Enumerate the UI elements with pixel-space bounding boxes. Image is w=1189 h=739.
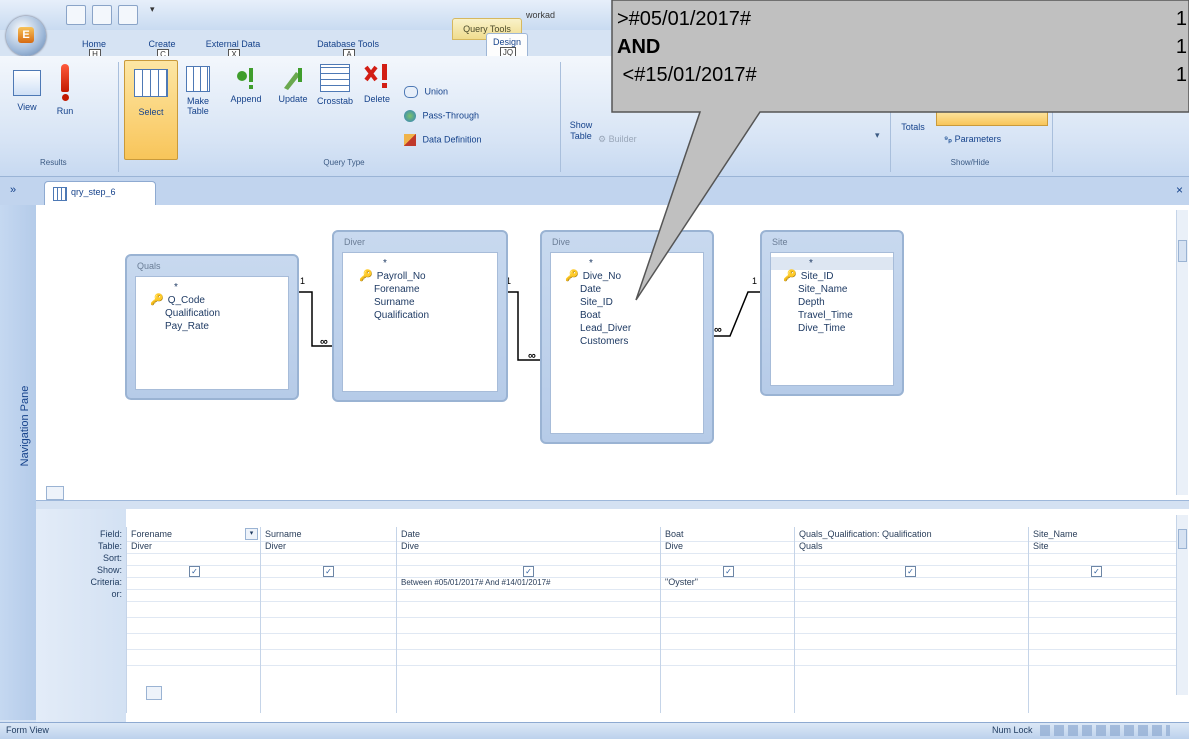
grid-table-cell[interactable]: Dive	[401, 541, 419, 551]
rel-one-label: 1	[752, 276, 758, 286]
field-item[interactable]: Site_ID	[565, 296, 703, 309]
callout-line-text: <#15/01/2017#	[617, 64, 757, 86]
field-item[interactable]: *	[565, 257, 703, 270]
field-item[interactable]: Customers	[565, 335, 703, 348]
field-item[interactable]: Dive_Time	[783, 322, 893, 335]
grid-column[interactable]: Quals_Qualification: Qualification Quals…	[794, 527, 1029, 713]
show-checkbox[interactable]: ✓	[1091, 566, 1102, 577]
primary-key-icon: 🔑	[150, 294, 164, 306]
callout-line-text: AND	[617, 36, 661, 58]
status-bar: Form View Num Lock	[0, 722, 1189, 739]
field-item[interactable]: *	[771, 257, 893, 270]
field-item[interactable]: Site_Name	[783, 283, 893, 296]
field-item[interactable]: *	[359, 257, 497, 270]
primary-key-icon: 🔑	[359, 270, 373, 282]
callout-line-count: 1	[1175, 36, 1187, 58]
rel-many-label: ∞	[528, 350, 536, 362]
grid-field-cell[interactable]: Surname	[265, 529, 302, 539]
table-quals[interactable]: Quals * 🔑 Q_Code Qualification Pay_Rate	[125, 254, 299, 400]
field-item-key[interactable]: 🔑 Q_Code	[150, 294, 288, 307]
primary-key-icon: 🔑	[783, 270, 797, 282]
field-name: Payroll_No	[376, 271, 426, 282]
grid-column[interactable]: Surname Diver ✓	[260, 527, 397, 713]
grid-body[interactable]: Forename ▾ Diver ✓ Surname Diver ✓ Date …	[36, 509, 1176, 713]
callout-line: <#15/01/2017# 1	[617, 61, 1187, 89]
grid-field-cell[interactable]: Date	[401, 529, 420, 539]
grid-table-cell[interactable]: Diver	[131, 541, 152, 551]
grid-column[interactable]: Boat Dive ✓ "Oyster"	[660, 527, 795, 713]
show-checkbox[interactable]: ✓	[523, 566, 534, 577]
grid-table-cell[interactable]: Dive	[665, 541, 683, 551]
field-list[interactable]: * 🔑 Q_Code Qualification Pay_Rate	[135, 276, 289, 390]
table-site[interactable]: Site * 🔑 Site_ID Site_Name Depth Travel_T…	[760, 230, 904, 396]
callout-text: >#05/01/2017# 1 AND 1 <#15/01/2017# 1	[617, 5, 1187, 89]
grid-column[interactable]: Date Dive ✓ Between #05/01/2017# And #14…	[396, 527, 661, 713]
grid-field-cell[interactable]: Quals_Qualification: Qualification	[799, 529, 932, 539]
callout-line: AND 1	[617, 33, 1187, 61]
field-item[interactable]: Qualification	[150, 307, 288, 320]
grid-horizontal-scrollbar[interactable]	[146, 686, 162, 700]
field-item[interactable]: Depth	[783, 296, 893, 309]
table-dive[interactable]: Dive * 🔑 Dive_No Date Site_ID Boat Lead_D…	[540, 230, 714, 444]
status-left: Form View	[6, 725, 49, 735]
show-checkbox[interactable]: ✓	[905, 566, 916, 577]
table-diver[interactable]: Diver * 🔑 Payroll_No Forename Surname Qua…	[332, 230, 508, 402]
view-switcher-icons[interactable]	[1040, 725, 1170, 736]
show-checkbox[interactable]: ✓	[189, 566, 200, 577]
grid-field-cell[interactable]: Site_Name	[1033, 529, 1078, 539]
show-checkbox[interactable]: ✓	[323, 566, 334, 577]
field-item-key[interactable]: 🔑 Site_ID	[783, 270, 893, 283]
field-name: Q_Code	[167, 295, 205, 306]
rel-many-label: ∞	[714, 324, 722, 336]
grid-field-cell[interactable]: Boat	[665, 529, 684, 539]
field-item[interactable]: Forename	[359, 283, 497, 296]
field-item[interactable]: Surname	[359, 296, 497, 309]
field-item[interactable]: Travel_Time	[783, 309, 893, 322]
field-item[interactable]: Lead_Diver	[565, 322, 703, 335]
scroll-thumb[interactable]	[1178, 529, 1187, 549]
grid-table-cell[interactable]: Site	[1033, 541, 1049, 551]
field-item-key[interactable]: 🔑 Payroll_No	[359, 270, 497, 283]
field-item-key[interactable]: 🔑 Dive_No	[565, 270, 703, 283]
design-vertical-scrollbar[interactable]	[1176, 210, 1188, 495]
grid-column[interactable]: Site_Name Site ✓	[1028, 527, 1163, 713]
field-item[interactable]: Pay_Rate	[150, 320, 288, 333]
grid-table-cell[interactable]: Quals	[799, 541, 823, 551]
field-list[interactable]: * 🔑 Site_ID Site_Name Depth Travel_Time D…	[770, 252, 894, 386]
design-horizontal-scrollbar[interactable]	[46, 486, 64, 500]
field-item[interactable]: Date	[565, 283, 703, 296]
grid-table-cell[interactable]: Diver	[265, 541, 286, 551]
dropdown-arrow-icon[interactable]: ▾	[245, 528, 258, 540]
status-num-lock: Num Lock	[992, 725, 1033, 735]
field-list[interactable]: * 🔑 Payroll_No Forename Surname Qualifica…	[342, 252, 498, 392]
callout-line-count: 1	[1175, 8, 1187, 30]
field-item[interactable]: *	[150, 281, 288, 294]
table-title: Site	[772, 237, 788, 247]
callout-line-count: 1	[1175, 64, 1187, 86]
field-item[interactable]: Qualification	[359, 309, 497, 322]
rel-many-label: ∞	[320, 336, 328, 348]
callout-line-text: >#05/01/2017#	[617, 8, 752, 30]
callout-line: >#05/01/2017# 1	[617, 5, 1187, 33]
grid-criteria-cell[interactable]: "Oyster"	[665, 577, 698, 587]
grid-field-cell[interactable]: Forename	[131, 529, 172, 539]
table-title: Diver	[344, 237, 366, 247]
show-checkbox[interactable]: ✓	[723, 566, 734, 577]
grid-criteria-cell[interactable]: Between #05/01/2017# And #14/01/2017#	[401, 578, 550, 587]
rel-one-label: 1	[300, 276, 306, 286]
field-name: Dive_No	[582, 271, 622, 282]
field-list[interactable]: * 🔑 Dive_No Date Site_ID Boat Lead_Diver …	[550, 252, 704, 434]
table-title: Quals	[137, 261, 161, 271]
grid-vertical-scrollbar[interactable]	[1176, 515, 1188, 695]
scroll-thumb[interactable]	[1178, 240, 1187, 262]
table-title: Dive	[552, 237, 571, 247]
field-name: Site_ID	[800, 271, 834, 282]
primary-key-icon: 🔑	[565, 270, 579, 282]
field-item[interactable]: Boat	[565, 309, 703, 322]
